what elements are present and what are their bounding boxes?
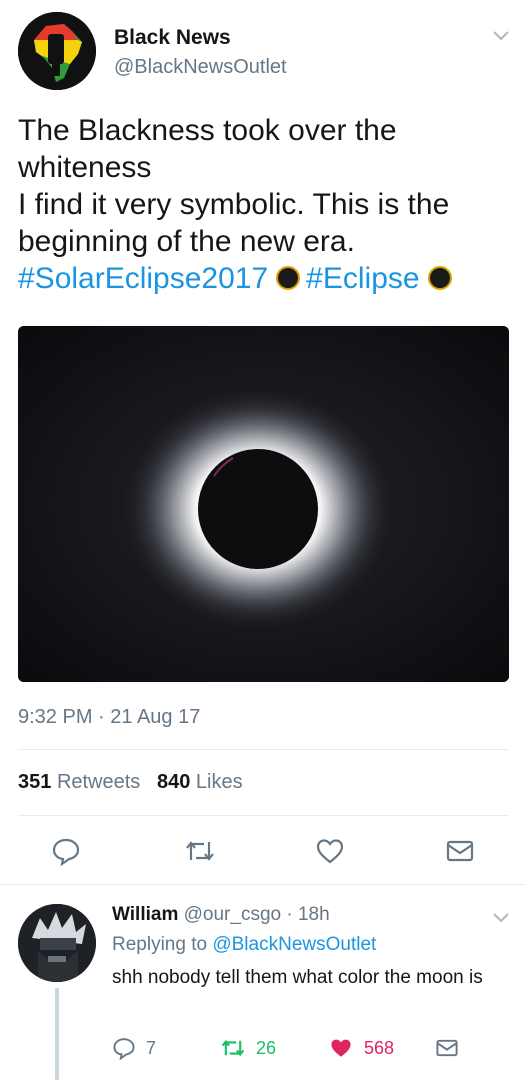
author-handle[interactable]: @BlackNewsOutlet — [114, 56, 287, 79]
chevron-down-icon[interactable] — [490, 906, 512, 928]
tweet-timestamp[interactable]: 9:32 PM · 21 Aug 17 — [18, 706, 200, 729]
replying-handle-link[interactable]: @BlackNewsOutlet — [212, 934, 376, 955]
likes-count: 840 — [156, 771, 191, 793]
reply-avatar[interactable] — [18, 904, 96, 982]
dm-button[interactable] — [443, 834, 477, 868]
anime-character-avatar-icon — [18, 904, 96, 982]
reply-author-handle[interactable]: @our_csgo — [184, 904, 281, 925]
like-count: 568 — [364, 1037, 395, 1058]
tweet-text: The Blackness took over the whiteness I … — [18, 112, 513, 297]
reply-reply-button[interactable]: 7 — [112, 1036, 156, 1060]
reply-time[interactable]: · 18h — [286, 904, 329, 925]
replying-prefix: Replying to — [112, 934, 208, 955]
reply-button[interactable] — [49, 834, 83, 868]
like-button[interactable] — [313, 834, 347, 868]
retweets-label: Retweets — [56, 771, 141, 793]
tweet-text-line: The Blackness took over the — [18, 114, 397, 147]
tweet-text-line: whiteness — [18, 151, 152, 184]
reply-icon — [113, 1038, 135, 1060]
hashtag-line: #SolarEclipse2017 #Eclipse — [18, 260, 513, 297]
eclipse-emoji-icon — [427, 266, 452, 290]
eclipse-photo[interactable] — [18, 326, 509, 682]
reply-count: 7 — [146, 1037, 157, 1058]
retweet-icon — [221, 1039, 245, 1057]
reply-dm-button[interactable] — [434, 1036, 460, 1060]
reply-like-button[interactable]: 568 — [328, 1036, 394, 1060]
likes-stat[interactable]: 840 Likes — [157, 771, 243, 793]
chevron-down-icon[interactable] — [490, 24, 512, 46]
divider — [18, 749, 509, 750]
reply-author-name[interactable]: William — [112, 904, 178, 925]
heart-icon — [316, 839, 344, 864]
africa-fist-logo-icon — [18, 12, 96, 90]
hashtag-link[interactable]: #SolarEclipse2017 — [18, 262, 268, 295]
reply-retweet-button[interactable]: 26 — [220, 1036, 276, 1060]
author-avatar[interactable] — [18, 12, 96, 90]
tweet-separator — [0, 884, 526, 885]
reply-text: shh nobody tell them what color the moon… — [112, 967, 483, 988]
retweet-icon — [186, 841, 214, 861]
author-name[interactable]: Black News — [114, 26, 231, 50]
thread-line — [55, 988, 59, 1080]
replying-to: Replying to @BlackNewsOutlet — [112, 934, 376, 956]
tweet-stats: 351 Retweets 840 Likes — [18, 771, 243, 794]
likes-label: Likes — [195, 771, 243, 793]
reply-icon — [52, 838, 80, 866]
retweets-stat[interactable]: 351 Retweets — [18, 771, 140, 793]
envelope-icon — [446, 840, 474, 862]
tweet-text-line: beginning of the new era. — [18, 225, 355, 258]
envelope-icon — [436, 1039, 458, 1057]
divider — [18, 815, 509, 816]
retweet-button[interactable] — [183, 834, 217, 868]
heart-filled-icon — [331, 1039, 351, 1057]
reply-header: William @our_csgo · 18h — [112, 904, 330, 926]
eclipse-emoji-icon — [276, 266, 301, 290]
retweet-count: 26 — [256, 1037, 277, 1058]
tweet-text-line: I find it very symbolic. This is the — [18, 188, 450, 221]
hashtag-link[interactable]: #Eclipse — [306, 262, 419, 295]
retweets-count: 351 — [18, 771, 52, 793]
